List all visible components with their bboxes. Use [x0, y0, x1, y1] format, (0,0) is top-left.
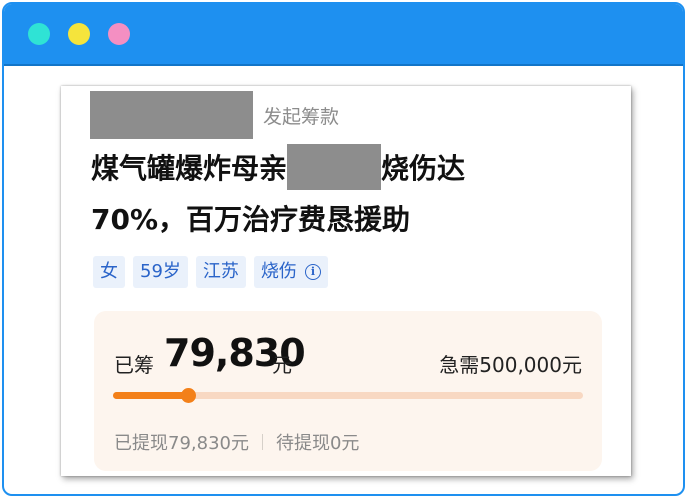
withdraw-info: 已提现79,830元 待提现0元	[114, 429, 359, 455]
tag-list: 女 59岁 江苏 烧伤 i	[93, 256, 328, 288]
tag-illness-label: 烧伤	[260, 261, 297, 282]
redacted-initiator-name	[90, 91, 253, 139]
withdrawn-amount: 已提现79,830元	[114, 433, 249, 454]
progress-knob	[181, 388, 197, 403]
raised-unit: 元	[272, 353, 292, 377]
tag-region: 江苏	[195, 256, 246, 288]
campaign-title[interactable]: 煤气罐爆炸母亲 烧伤达 70%，百万治疗费恳援助	[91, 143, 611, 245]
fundraising-card[interactable]: 发起筹款 煤气罐爆炸母亲 烧伤达 70%，百万治疗费恳援助 女 59岁 江苏 烧伤…	[61, 86, 631, 476]
window-dot-yellow[interactable]	[68, 23, 90, 45]
tag-age: 59岁	[133, 256, 188, 288]
divider	[261, 434, 263, 450]
window-dot-pink[interactable]	[108, 23, 130, 45]
tag-gender: 女	[93, 256, 125, 288]
pending-amount: 待提现0元	[275, 433, 360, 454]
progress-fill	[113, 392, 189, 399]
title-bar	[4, 4, 683, 66]
title-part-2: 烧伤达	[381, 152, 466, 185]
initiator-label: 发起筹款	[263, 106, 340, 128]
window-dot-teal[interactable]	[28, 23, 50, 45]
title-part-1: 煤气罐爆炸母亲	[91, 152, 288, 185]
info-circle-icon[interactable]: i	[304, 264, 321, 280]
funding-panel: 已筹 79,830 元 急需500,000元 已提现79,830元 待提现0元	[94, 311, 602, 471]
progress-bar	[113, 388, 583, 403]
target-amount: 急需500,000元	[439, 353, 582, 377]
browser-window: 发起筹款 煤气罐爆炸母亲 烧伤达 70%，百万治疗费恳援助 女 59岁 江苏 烧伤…	[2, 2, 685, 496]
tag-illness[interactable]: 烧伤 i	[253, 256, 328, 288]
title-line-2: 70%，百万治疗费恳援助	[91, 203, 411, 236]
redacted-name-block	[287, 144, 382, 190]
raised-label: 已筹	[114, 353, 154, 377]
